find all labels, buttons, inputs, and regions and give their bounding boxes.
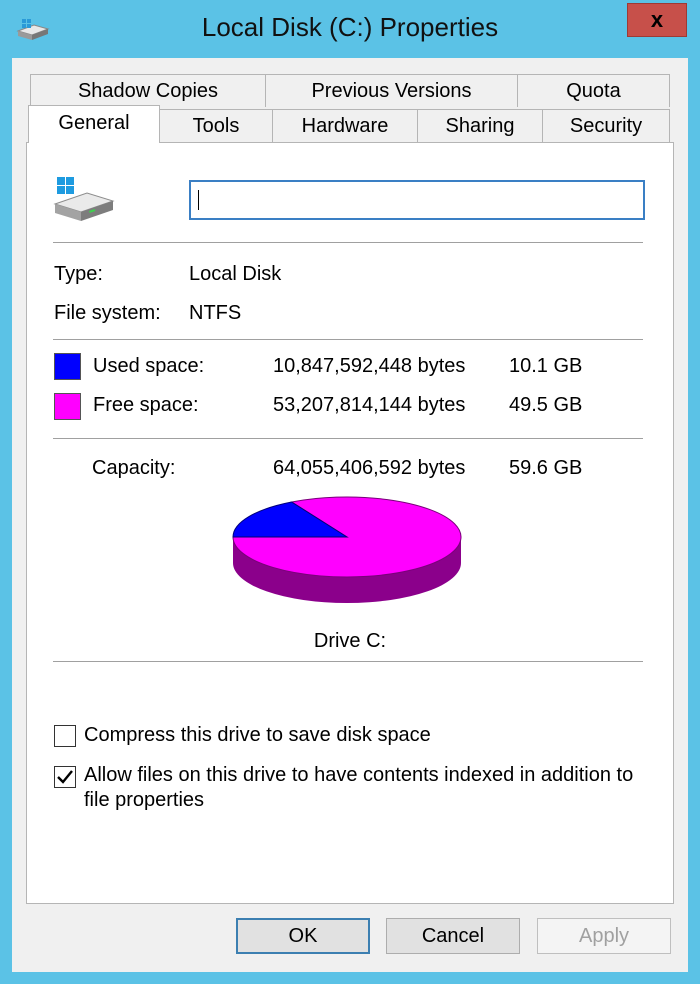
cancel-button[interactable]: Cancel bbox=[386, 918, 520, 954]
window-title: Local Disk (C:) Properties bbox=[201, 12, 499, 42]
index-label-line1[interactable]: Allow files on this drive to have conten… bbox=[84, 764, 633, 787]
used-space-bytes: 10,847,592,448 bytes bbox=[273, 355, 466, 377]
apply-button[interactable]: Apply bbox=[537, 918, 671, 954]
drive-caption: Drive C: bbox=[313, 630, 387, 652]
tab-general[interactable]: General bbox=[28, 105, 160, 143]
tab-sharing[interactable]: Sharing bbox=[417, 109, 543, 142]
tab-hardware[interactable]: Hardware bbox=[272, 109, 418, 142]
index-checkbox[interactable] bbox=[54, 766, 76, 788]
used-space-label: Used space: bbox=[93, 355, 205, 377]
free-space-swatch bbox=[54, 393, 81, 420]
used-space-gb: 10.1 GB bbox=[509, 355, 583, 377]
drive-icon bbox=[53, 177, 115, 221]
used-space-swatch bbox=[54, 353, 81, 380]
close-button[interactable]: x bbox=[627, 3, 687, 37]
free-space-bytes: 53,207,814,144 bytes bbox=[273, 394, 466, 416]
tab-security[interactable]: Security bbox=[542, 109, 670, 142]
tab-quota[interactable]: Quota bbox=[517, 74, 670, 107]
tab-tools[interactable]: Tools bbox=[159, 109, 273, 142]
file-system-value: NTFS bbox=[189, 302, 242, 324]
separator bbox=[53, 339, 643, 340]
type-label: Type: bbox=[54, 263, 103, 285]
index-label-line2[interactable]: file properties bbox=[84, 789, 204, 812]
title-bar: Local Disk (C:) Properties x bbox=[0, 0, 700, 58]
capacity-gb: 59.6 GB bbox=[509, 457, 583, 479]
disk-usage-pie-chart bbox=[232, 496, 462, 603]
capacity-bytes: 64,055,406,592 bytes bbox=[273, 457, 466, 479]
separator bbox=[53, 661, 643, 662]
type-value: Local Disk bbox=[189, 263, 282, 285]
compress-checkbox[interactable] bbox=[54, 725, 76, 747]
free-space-label: Free space: bbox=[93, 394, 199, 416]
tab-shadow-copies[interactable]: Shadow Copies bbox=[30, 74, 266, 107]
checkmark-icon bbox=[57, 770, 73, 784]
file-system-label: File system: bbox=[54, 302, 161, 324]
compress-label[interactable]: Compress this drive to save disk space bbox=[84, 724, 431, 747]
dialog-client-area: Shadow Copies Previous Versions Quota Ge… bbox=[12, 58, 688, 972]
capacity-label: Capacity: bbox=[92, 457, 176, 479]
tab-previous-versions[interactable]: Previous Versions bbox=[265, 74, 518, 107]
volume-name-input[interactable] bbox=[189, 180, 645, 220]
ok-button[interactable]: OK bbox=[236, 918, 370, 954]
separator bbox=[53, 242, 643, 243]
general-panel: Type: Local Disk File system: NTFS Used … bbox=[26, 142, 674, 904]
separator bbox=[53, 438, 643, 439]
text-caret bbox=[198, 190, 199, 210]
free-space-gb: 49.5 GB bbox=[509, 394, 583, 416]
